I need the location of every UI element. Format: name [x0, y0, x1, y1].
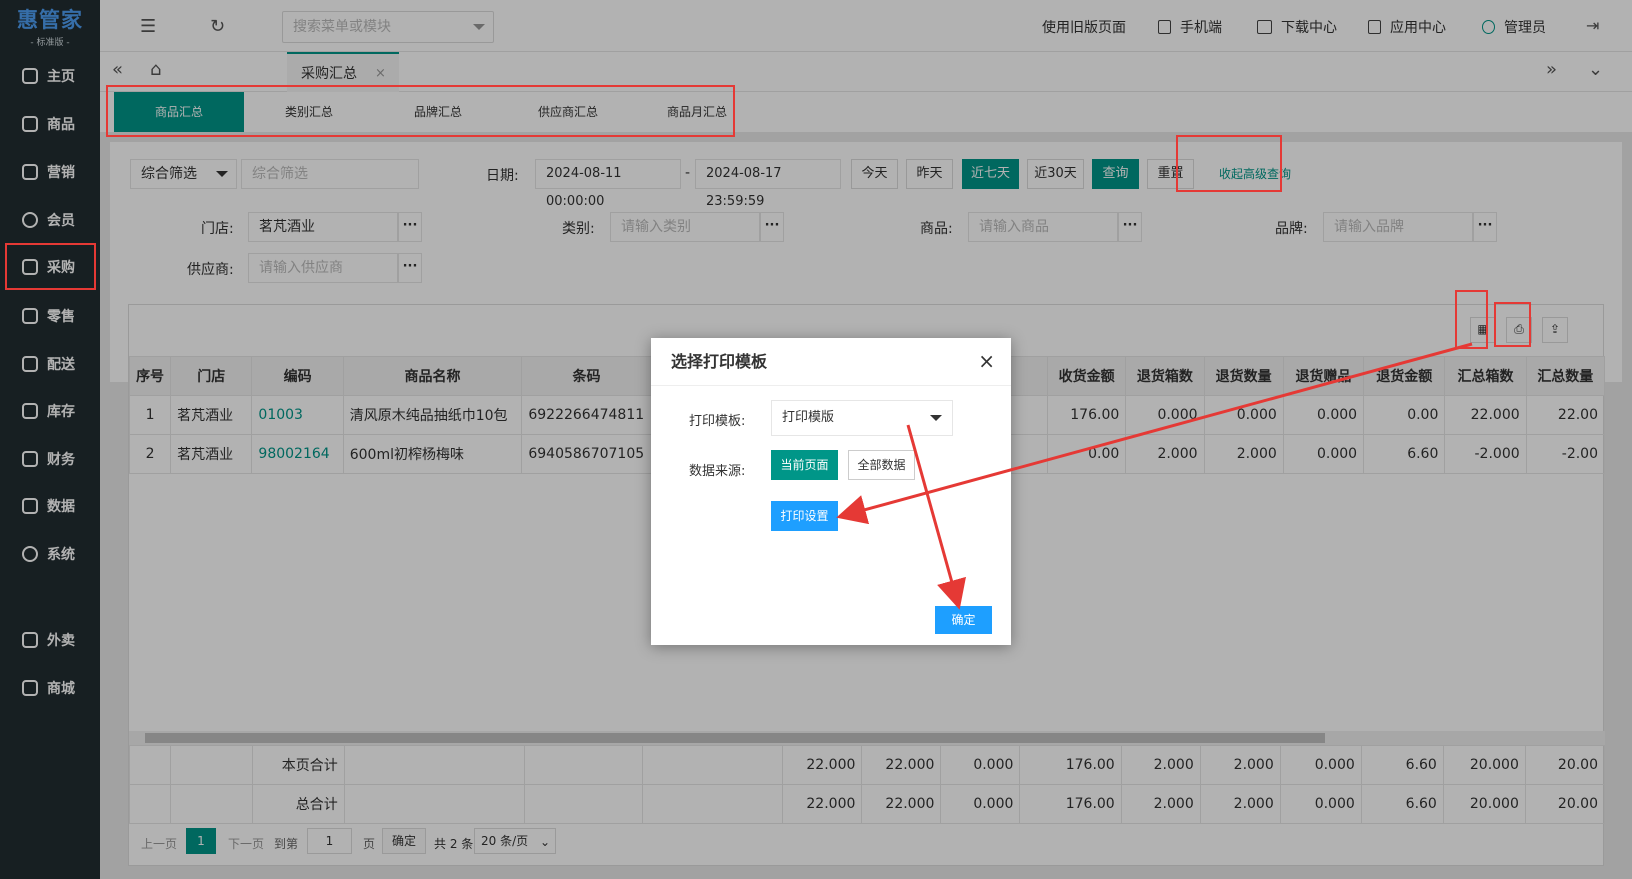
- print-settings-button[interactable]: 打印设置: [771, 501, 838, 531]
- template-select[interactable]: 打印模版: [771, 400, 953, 436]
- confirm-button[interactable]: 确定: [935, 606, 992, 634]
- source-label: 数据来源:: [689, 464, 746, 479]
- chevron-down-icon: [930, 415, 942, 427]
- current-page-button[interactable]: 当前页面: [771, 450, 838, 480]
- annotation-box-purchase: [5, 243, 96, 290]
- annotation-box-print: [1455, 290, 1488, 349]
- annotation-box-tabs: [106, 85, 735, 137]
- template-value: 打印模版: [782, 410, 835, 425]
- print-template-dialog: 选择打印模板 × 打印模板: 打印模版 数据来源: 当前页面 全部数据 打印设置…: [651, 338, 1011, 645]
- annotation-box-collapse: [1176, 135, 1282, 192]
- annotation-box-export: [1494, 302, 1531, 347]
- dialog-title: 选择打印模板: [651, 338, 1011, 386]
- all-data-button[interactable]: 全部数据: [848, 450, 915, 480]
- template-label: 打印模板:: [689, 414, 746, 429]
- close-icon[interactable]: ×: [978, 349, 995, 373]
